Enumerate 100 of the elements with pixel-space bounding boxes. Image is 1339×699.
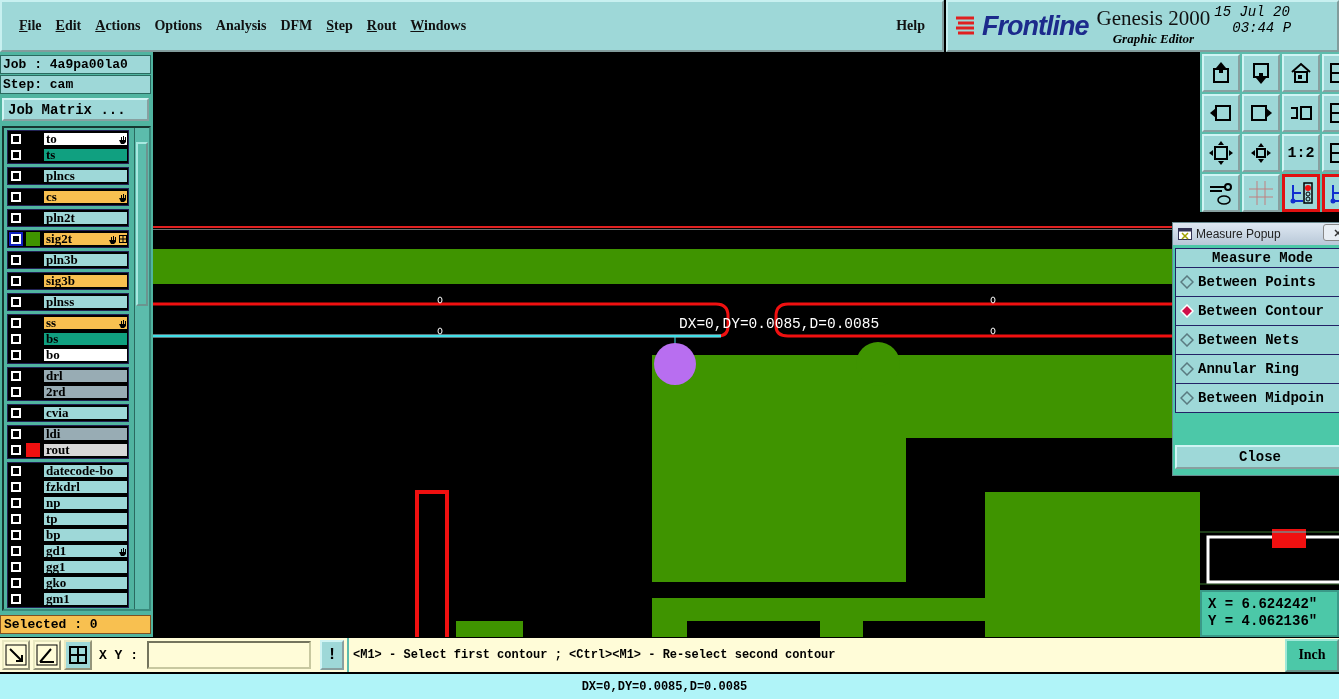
layer-checkbox[interactable] <box>11 562 21 572</box>
layer-label[interactable]: pln3b <box>43 253 128 267</box>
layer-label[interactable]: tp <box>43 512 128 526</box>
grid-icon <box>1247 179 1275 207</box>
layer-checkbox[interactable] <box>11 594 21 604</box>
layer-name: sig3b <box>46 273 76 289</box>
layer-checkbox[interactable] <box>11 171 21 181</box>
layer-checkbox[interactable] <box>11 371 21 381</box>
layer-label[interactable]: cs <box>43 190 128 204</box>
toolbar-button[interactable] <box>1282 174 1320 212</box>
layer-name: ts <box>46 147 57 163</box>
layer-checkbox[interactable] <box>11 482 21 492</box>
angle-button[interactable] <box>33 640 61 670</box>
layer-checkbox[interactable] <box>11 213 21 223</box>
layer-checkbox[interactable] <box>11 297 21 307</box>
close-button[interactable]: Close <box>1175 445 1339 469</box>
layer-checkbox[interactable] <box>11 276 21 286</box>
layer-name: sig2t <box>46 231 73 247</box>
minimap-drawing[interactable] <box>1200 526 1339 586</box>
menu-item[interactable]: Actions <box>88 16 148 36</box>
layer-name: pln2t <box>46 210 76 226</box>
menu-item[interactable]: Options <box>147 16 209 36</box>
layer-checkbox[interactable] <box>11 334 21 344</box>
layer-label[interactable]: drl <box>43 369 128 383</box>
menu-item[interactable]: Edit <box>48 16 89 36</box>
radio-icon[interactable] <box>1180 333 1194 347</box>
layer-label[interactable]: bp <box>43 528 128 542</box>
layer-label[interactable]: cvia <box>43 406 128 420</box>
layer-name: 2rd <box>46 384 67 400</box>
layer-checkbox[interactable] <box>11 350 21 360</box>
menu-item[interactable]: Windows <box>403 16 474 36</box>
layer-checkbox[interactable] <box>11 134 21 144</box>
y-coordinate: Y = 4.062136" <box>1208 613 1319 630</box>
layer-label[interactable]: to <box>43 132 128 146</box>
scrollbar[interactable] <box>134 128 149 609</box>
layer-name: rout <box>46 442 71 458</box>
option-label: Between Midpoin <box>1198 390 1325 406</box>
menu-item[interactable]: File <box>12 16 49 36</box>
layer-label[interactable]: sig3b <box>43 274 128 288</box>
layer-label[interactable]: plnss <box>43 295 128 309</box>
layer-label[interactable]: rout <box>43 443 128 457</box>
layer-name: ss <box>46 315 58 331</box>
snap-button[interactable] <box>2 640 30 670</box>
measure-mode-option[interactable]: Between Contour <box>1175 297 1339 326</box>
xy-input-field[interactable] <box>147 641 311 669</box>
layer-checkbox[interactable] <box>11 387 21 397</box>
radio-icon[interactable] <box>1180 362 1194 376</box>
layer-checkbox[interactable] <box>11 578 21 588</box>
date-text: 15 Jul 20 <box>1214 4 1291 20</box>
layer-checkbox[interactable] <box>11 192 21 202</box>
layer-label[interactable]: datecode-bo <box>43 464 128 478</box>
job-matrix-button[interactable]: Job Matrix ... <box>2 98 149 121</box>
menu-item[interactable]: Help <box>889 16 932 36</box>
layer-name: cvia <box>46 405 70 421</box>
menu-item[interactable]: Rout <box>359 16 404 36</box>
layer-label[interactable]: bs <box>43 332 128 346</box>
layer-checkbox[interactable] <box>11 514 21 524</box>
layer-checkbox[interactable] <box>11 546 21 556</box>
layer-checkbox[interactable] <box>11 150 21 160</box>
menu-item[interactable]: Step <box>319 16 360 36</box>
layer-label[interactable]: ldi <box>43 427 128 441</box>
layer-name: plncs <box>46 168 76 184</box>
layer-label[interactable]: bo <box>43 348 128 362</box>
radio-icon[interactable] <box>1180 391 1194 405</box>
layer-checkbox[interactable] <box>11 318 21 328</box>
unit-button[interactable]: Inch <box>1285 638 1339 672</box>
layer-label[interactable]: np <box>43 496 128 510</box>
measure-mode-option[interactable]: Between Points <box>1175 268 1339 297</box>
layer-label[interactable]: sig2t <box>43 232 128 246</box>
product-name: Genesis 2000 <box>1096 5 1211 31</box>
measure-mode-option[interactable]: Annular Ring <box>1175 355 1339 384</box>
layer-checkbox[interactable] <box>11 429 21 439</box>
menu-item[interactable]: DFM <box>273 16 320 36</box>
layer-label[interactable]: gm1 <box>43 592 128 606</box>
status-text: DX=0,DY=0.0085,D=0.0085 <box>581 679 748 694</box>
xy-label: X Y : <box>99 647 138 663</box>
layer-label[interactable]: 2rd <box>43 385 128 399</box>
zoom-ratio-button[interactable]: 1:2 <box>1282 134 1320 172</box>
layer-checkbox[interactable] <box>11 530 21 540</box>
radio-icon[interactable] <box>1180 275 1194 289</box>
layer-label[interactable]: ts <box>43 148 128 162</box>
zoom-fit-icon <box>1207 139 1235 167</box>
x-coordinate: X = 6.624242" <box>1208 596 1319 613</box>
measure-mode-option[interactable]: Between Midpoin <box>1175 384 1339 413</box>
layer-checkbox[interactable] <box>11 445 21 455</box>
popup-title: Measure Popup <box>1196 227 1281 241</box>
measure-mode-option[interactable]: Between Nets <box>1175 326 1339 355</box>
grid-snap-button[interactable] <box>64 640 92 670</box>
layer-label[interactable]: pln2t <box>43 211 128 225</box>
layer-checkbox[interactable] <box>11 498 21 508</box>
layer-checkbox[interactable] <box>11 466 21 476</box>
alert-button[interactable]: ! <box>320 640 344 670</box>
layer-checkbox[interactable] <box>11 408 21 418</box>
layer-label[interactable]: fzkdrl <box>43 480 128 494</box>
layer-checkbox[interactable] <box>11 255 21 265</box>
menu-item[interactable]: Analysis <box>208 16 274 36</box>
layer-name: bs <box>46 331 60 347</box>
layer-label[interactable]: ss <box>43 316 128 330</box>
layer-label[interactable]: plncs <box>43 169 128 183</box>
grid-icon <box>67 644 89 666</box>
